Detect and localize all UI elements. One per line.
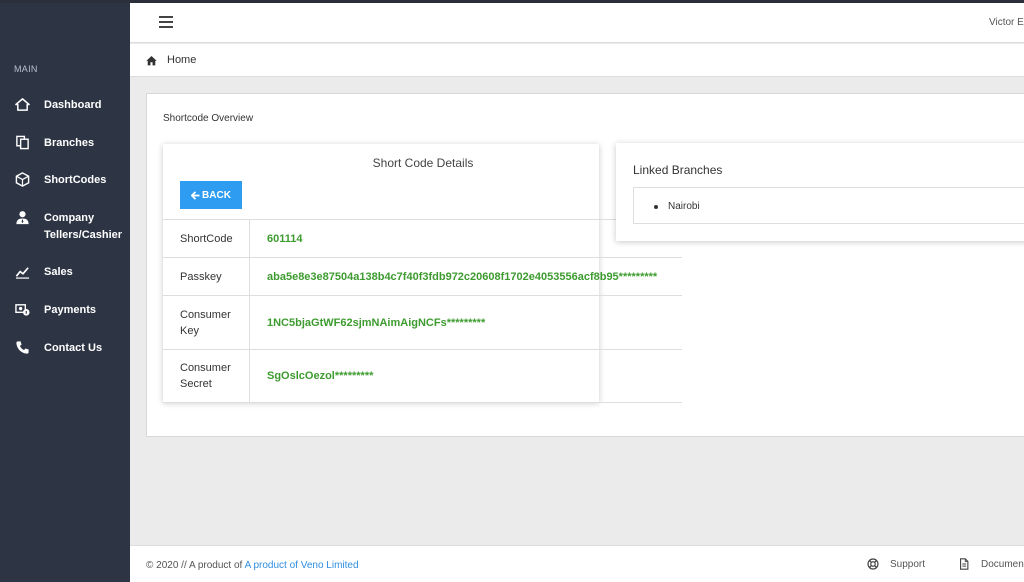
sidebar-item-shortcodes[interactable]: ShortCodes bbox=[0, 172, 130, 189]
sidebar-item-label: Dashboard bbox=[44, 99, 102, 111]
sidebar-item-label: Sales bbox=[44, 266, 73, 278]
panel-title: Linked Branches bbox=[633, 163, 723, 177]
sidebar-item-label: ShortCodes bbox=[44, 174, 107, 186]
branch-name: Nairobi bbox=[668, 201, 700, 212]
support-label: Support bbox=[890, 558, 926, 570]
table-row: ShortCode 601114 bbox=[163, 219, 682, 257]
page-title: Shortcode Overview bbox=[163, 113, 254, 124]
phone-icon bbox=[0, 340, 44, 355]
linked-branches-panel: Linked Branches Nairobi bbox=[616, 143, 1024, 241]
sidebar-item-label: Contact Us bbox=[44, 342, 103, 354]
copyright-text: © 2020 // A product of bbox=[146, 560, 245, 571]
user-name[interactable]: Victor E bbox=[989, 17, 1024, 28]
row-key: Consumer Secret bbox=[163, 350, 250, 402]
life-ring-icon bbox=[867, 558, 879, 570]
documentation-label: Documen bbox=[981, 558, 1024, 570]
row-key: ShortCode bbox=[163, 220, 250, 257]
table-row: Consumer Secret SgOslcOezol********* bbox=[163, 349, 682, 403]
hamburger-menu-icon[interactable] bbox=[159, 16, 173, 28]
sidebar-item-dashboard[interactable]: Dashboard bbox=[0, 97, 130, 114]
home-icon bbox=[146, 56, 157, 66]
home-icon bbox=[0, 97, 44, 112]
list-item: Nairobi bbox=[654, 201, 700, 212]
sidebar-section-title: MAIN bbox=[14, 64, 38, 74]
details-table: ShortCode 601114 Passkey aba5e8e3e87504a… bbox=[163, 219, 682, 403]
row-value: aba5e8e3e87504a138b4c7f40f3fdb972c20608f… bbox=[267, 270, 658, 283]
row-key: Consumer Key bbox=[163, 296, 250, 349]
money-icon bbox=[0, 302, 44, 317]
back-button[interactable]: BACK bbox=[180, 181, 242, 209]
chart-line-icon bbox=[0, 264, 44, 279]
footer: © 2020 // A product of A product of Veno… bbox=[130, 545, 1024, 582]
sidebar-item-label: Company Tellers/Cashier bbox=[44, 212, 123, 241]
top-navbar: Victor E bbox=[130, 3, 1024, 43]
table-row: Passkey aba5e8e3e87504a138b4c7f40f3fdb97… bbox=[163, 257, 682, 295]
panel-title: Short Code Details bbox=[372, 156, 474, 170]
breadcrumb: Home bbox=[130, 44, 1024, 77]
bullet-icon bbox=[654, 204, 658, 209]
company-link[interactable]: A product of Veno Limited bbox=[245, 560, 359, 571]
arrow-left-icon bbox=[191, 190, 200, 200]
sidebar-item-label: Payments bbox=[44, 304, 96, 316]
copy-icon bbox=[0, 135, 44, 150]
sidebar-item-branches[interactable]: Branches bbox=[0, 135, 130, 152]
sidebar-item-sales[interactable]: Sales bbox=[0, 264, 130, 281]
documentation-link[interactable]: Documen bbox=[958, 558, 1024, 570]
row-value: 1NC5bjaGtWF62sjmNAimAigNCFs********* bbox=[267, 316, 486, 329]
sidebar-item-contact[interactable]: Contact Us bbox=[0, 340, 130, 357]
sidebar-item-payments[interactable]: Payments bbox=[0, 302, 130, 319]
user-tie-icon bbox=[0, 210, 44, 225]
back-button-label: BACK bbox=[202, 189, 231, 201]
cube-icon bbox=[0, 172, 44, 187]
copyright: © 2020 // A product of A product of Veno… bbox=[146, 560, 359, 571]
sidebar-item-label: Branches bbox=[44, 137, 95, 149]
support-link[interactable]: Support bbox=[867, 558, 925, 570]
branch-list: Nairobi bbox=[633, 187, 1024, 224]
row-key: Passkey bbox=[163, 258, 250, 295]
sidebar: MAIN Dashboard Branches ShortCodes Compa… bbox=[0, 3, 130, 582]
row-value: SgOslcOezol********* bbox=[267, 370, 374, 382]
table-row: Consumer Key 1NC5bjaGtWF62sjmNAimAigNCFs… bbox=[163, 295, 682, 349]
breadcrumb-home-link[interactable]: Home bbox=[167, 54, 196, 66]
document-icon bbox=[960, 558, 969, 570]
sidebar-item-tellers[interactable]: Company Tellers/Cashier bbox=[0, 210, 130, 244]
